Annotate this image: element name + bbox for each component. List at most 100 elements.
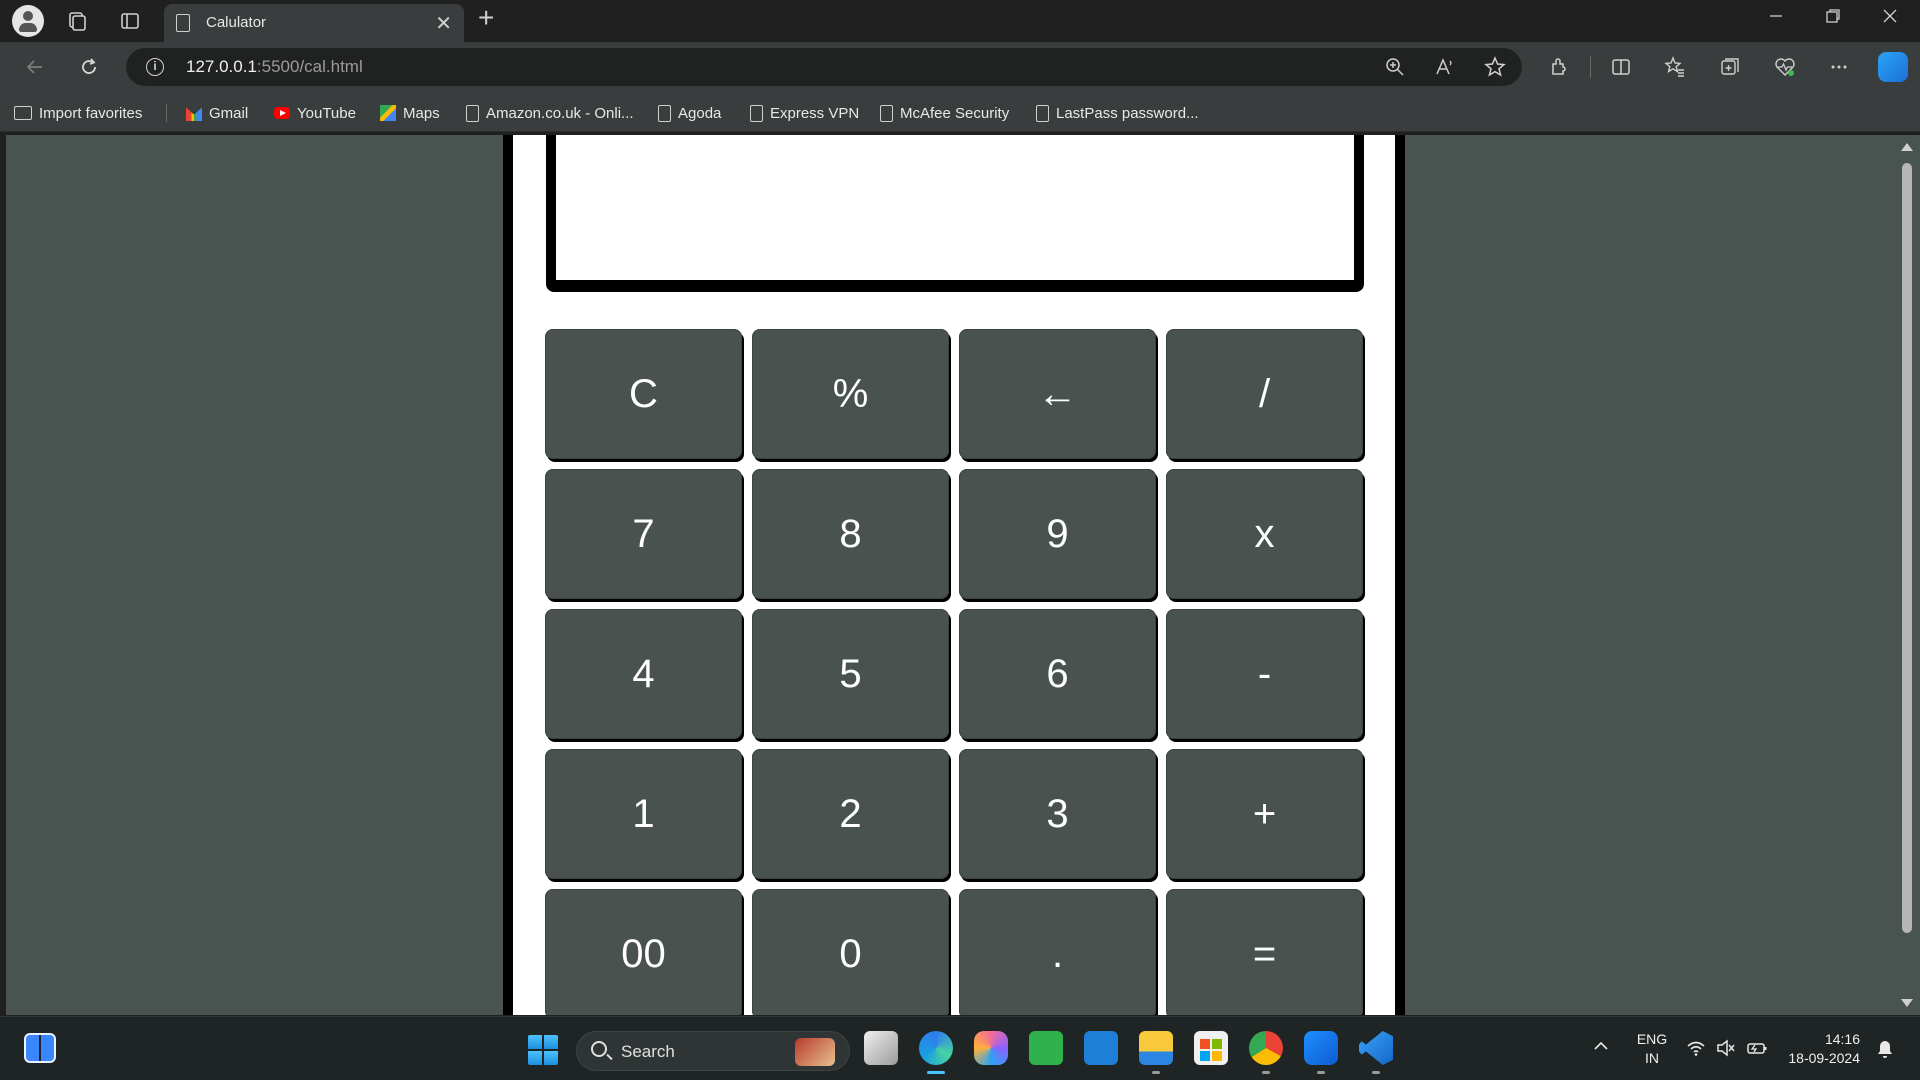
battery-icon[interactable] xyxy=(1746,1039,1768,1062)
task-view-icon[interactable] xyxy=(864,1031,898,1065)
key-multiply-button[interactable]: x xyxy=(1166,469,1363,599)
favorite-label: McAfee Security xyxy=(900,104,1010,122)
favorite-label: Amazon.co.uk - Onli... xyxy=(486,104,634,122)
favorite-express-vpn[interactable]: Express VPN xyxy=(750,102,859,124)
profile-avatar-icon[interactable] xyxy=(12,5,44,37)
key-digit-1-button[interactable]: 1 xyxy=(545,749,742,879)
scrollbar-thumb[interactable] xyxy=(1902,163,1912,933)
key-subtract-button[interactable]: - xyxy=(1166,609,1363,739)
key-divide-button[interactable]: / xyxy=(1166,329,1363,459)
key-backspace-button[interactable]: ← xyxy=(959,329,1156,459)
favorite-gmail[interactable]: Gmail xyxy=(186,102,248,124)
favorite-label: Agoda xyxy=(678,104,722,122)
edge-active-indicator xyxy=(927,1071,945,1074)
workspaces-icon[interactable] xyxy=(62,6,92,36)
copilot-icon[interactable] xyxy=(1878,52,1908,82)
favorite-mcafee-security[interactable]: McAfee Security xyxy=(880,102,1009,124)
vscode-indicator xyxy=(1372,1071,1380,1074)
windows-start-icon[interactable] xyxy=(528,1035,558,1065)
minimize-icon[interactable] xyxy=(1768,8,1784,29)
myhp-icon[interactable] xyxy=(1084,1031,1118,1065)
wifi-icon[interactable] xyxy=(1686,1039,1706,1062)
key-digit-6-button[interactable]: 6 xyxy=(959,609,1156,739)
collections-icon[interactable] xyxy=(1715,52,1745,82)
vscode-icon[interactable] xyxy=(1359,1031,1393,1065)
zoom-icon[interactable] xyxy=(1382,54,1408,80)
key-digit-5-button[interactable]: 5 xyxy=(752,609,949,739)
search-icon xyxy=(591,1041,607,1057)
chrome-icon[interactable] xyxy=(1249,1031,1283,1065)
calculator-frame: C% ←/ 7 8 9 x 4 5 6- 1 2 3 +00 0. = xyxy=(503,135,1405,1015)
key-digit-7-button[interactable]: 7 xyxy=(545,469,742,599)
favorite-import-favorites[interactable]: Import favorites xyxy=(14,102,142,124)
new-tab-button[interactable]: + xyxy=(478,2,494,34)
calculator-display[interactable] xyxy=(556,135,1354,280)
toolbar-divider xyxy=(1590,56,1591,78)
favorite-star-icon[interactable] xyxy=(1482,54,1508,80)
restore-icon[interactable] xyxy=(1825,8,1841,29)
address-bar[interactable]: i 127.0.0.1:5500/cal.html xyxy=(126,48,1522,86)
read-aloud-icon[interactable] xyxy=(1432,54,1458,80)
clock-date: 18-09-2024 xyxy=(1788,1050,1860,1066)
favorite-label: Maps xyxy=(403,104,440,122)
key-add-button[interactable]: + xyxy=(1166,749,1363,879)
key-equals-button[interactable]: = xyxy=(1166,889,1363,1015)
back-arrow-icon[interactable] xyxy=(20,52,50,82)
widgets-icon[interactable] xyxy=(24,1033,56,1063)
key-digit-0-button[interactable]: 0 xyxy=(752,889,949,1015)
hp-support-icon[interactable] xyxy=(1304,1031,1338,1065)
split-screen-icon[interactable] xyxy=(1606,52,1636,82)
scroll-down-arrow-icon[interactable] xyxy=(1901,999,1913,1007)
volume-muted-icon[interactable] xyxy=(1716,1039,1736,1062)
vertical-tabs-icon[interactable] xyxy=(115,6,145,36)
refresh-icon[interactable] xyxy=(74,52,104,82)
more-options-icon[interactable] xyxy=(1824,52,1854,82)
language-indicator[interactable]: ENG IN xyxy=(1630,1030,1674,1068)
favorite-agoda[interactable]: Agoda xyxy=(658,102,721,124)
key-decimal-point-button[interactable]: . xyxy=(959,889,1156,1015)
scroll-up-arrow-icon[interactable] xyxy=(1901,143,1913,151)
favorite-youtube[interactable]: YouTube xyxy=(274,102,356,124)
show-hidden-icons-chevron-icon[interactable] xyxy=(1592,1037,1610,1060)
close-window-icon[interactable] xyxy=(1882,8,1898,29)
key-digit-3-button[interactable]: 3 xyxy=(959,749,1156,879)
favorite-label: Gmail xyxy=(209,104,249,122)
favorite-maps[interactable]: Maps xyxy=(380,102,440,124)
windows-taskbar: Search ENG IN 14:16 18-09-2024 xyxy=(0,1016,1920,1080)
key-digit-4-button[interactable]: 4 xyxy=(545,609,742,739)
wps-app-icon[interactable] xyxy=(1029,1031,1063,1065)
key-digit-2-button[interactable]: 2 xyxy=(752,749,949,879)
chrome-indicator xyxy=(1262,1071,1270,1074)
active-tab[interactable]: Calulator ✕ xyxy=(164,4,464,42)
region-code: IN xyxy=(1645,1050,1659,1066)
key-digit-8-button[interactable]: 8 xyxy=(752,469,949,599)
key-percent-button[interactable]: % xyxy=(752,329,949,459)
page-icon xyxy=(466,104,479,122)
favorite-amazon[interactable]: Amazon.co.uk - Onli... xyxy=(466,102,634,124)
browser-tab-strip: Calulator ✕ + xyxy=(0,0,1920,42)
page-scrollbar[interactable] xyxy=(1894,135,1920,1015)
copilot-app-icon[interactable] xyxy=(974,1031,1008,1065)
favorite-lastpass[interactable]: LastPass password... xyxy=(1036,102,1199,124)
clock[interactable]: 14:16 18-09-2024 xyxy=(1780,1030,1860,1068)
edge-browser-icon[interactable] xyxy=(919,1031,953,1065)
taskbar-search[interactable]: Search xyxy=(576,1031,850,1071)
key-digit-9-button[interactable]: 9 xyxy=(959,469,1156,599)
hp-indicator xyxy=(1317,1071,1325,1074)
file-explorer-icon[interactable] xyxy=(1139,1031,1173,1065)
key-double-zero-button[interactable]: 00 xyxy=(545,889,742,1015)
search-label: Search xyxy=(621,1042,675,1061)
file-explorer-indicator xyxy=(1152,1071,1160,1074)
extensions-icon[interactable] xyxy=(1544,52,1574,82)
favorites-list-icon[interactable] xyxy=(1660,52,1690,82)
microsoft-store-icon[interactable] xyxy=(1194,1031,1228,1065)
tab-close-icon[interactable]: ✕ xyxy=(435,11,452,36)
key-clear-button[interactable]: C xyxy=(545,329,742,459)
language-code: ENG xyxy=(1636,1031,1668,1047)
favorites-divider xyxy=(166,104,167,122)
notification-bell-icon[interactable] xyxy=(1876,1039,1894,1064)
browser-essentials-icon[interactable] xyxy=(1770,52,1800,82)
url-text[interactable]: 127.0.0.1:5500/cal.html xyxy=(186,57,363,77)
site-info-icon[interactable]: i xyxy=(146,58,164,76)
maps-icon xyxy=(380,105,396,121)
